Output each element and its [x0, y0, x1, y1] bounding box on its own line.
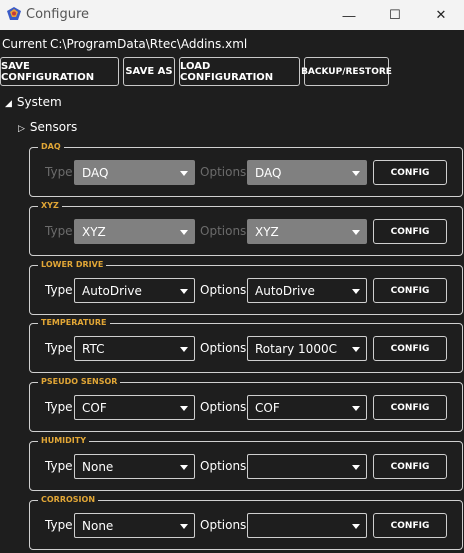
- type-dropdown[interactable]: None: [74, 513, 195, 538]
- config-button[interactable]: CONFIG: [373, 513, 447, 538]
- title-bar: Configure — ☐ ✕: [0, 0, 464, 30]
- config-button[interactable]: CONFIG: [373, 395, 447, 420]
- close-icon: ✕: [435, 7, 447, 22]
- group-pseudo-sensor: PSEUDO SENSOR Type COF Options COF CONFIG: [29, 377, 463, 432]
- group-xyz: XYZ Type XYZ Options XYZ CONFIG: [29, 201, 463, 256]
- chevron-down-icon: [352, 289, 360, 294]
- app-icon: [7, 7, 21, 20]
- chevron-down-icon: [180, 289, 188, 294]
- expanded-triangle-icon[interactable]: ◢: [5, 99, 12, 109]
- type-dropdown[interactable]: DAQ: [74, 160, 195, 185]
- chevron-down-icon: [180, 171, 188, 176]
- options-dropdown[interactable]: [247, 513, 367, 538]
- maximize-icon: ☐: [389, 7, 401, 22]
- options-dropdown[interactable]: Rotary 1000C: [247, 336, 367, 361]
- maximize-button[interactable]: ☐: [372, 0, 418, 30]
- group-lower-drive: LOWER DRIVE Type AutoDrive Options AutoDrive…: [29, 260, 463, 315]
- group-title: PSEUDO SENSOR: [38, 377, 121, 387]
- options-dropdown[interactable]: DAQ: [247, 160, 367, 185]
- minimize-button[interactable]: —: [326, 0, 372, 30]
- config-button[interactable]: CONFIG: [373, 278, 447, 303]
- chevron-down-icon: [352, 230, 360, 235]
- options-dropdown-value: Rotary 1000C: [255, 342, 337, 356]
- current-path: C:\ProgramData\Rtec\Addins.xml: [50, 37, 248, 51]
- options-label: Options: [200, 400, 247, 414]
- group-humidity: HUMIDITY Type None Options CONFIG: [29, 436, 463, 491]
- close-button[interactable]: ✕: [418, 0, 464, 30]
- options-label: Options: [200, 518, 247, 532]
- type-dropdown-value: XYZ: [82, 225, 106, 239]
- type-label: Type: [45, 459, 73, 473]
- options-dropdown[interactable]: [247, 454, 367, 479]
- group-title: DAQ: [38, 142, 64, 152]
- type-label: Type: [45, 341, 73, 355]
- type-dropdown[interactable]: AutoDrive: [74, 278, 195, 303]
- type-label: Type: [45, 283, 73, 297]
- group-title: XYZ: [38, 201, 62, 211]
- group-title: TEMPERATURE: [38, 318, 110, 328]
- options-dropdown[interactable]: COF: [247, 395, 367, 420]
- type-dropdown-value: None: [82, 519, 114, 533]
- type-dropdown[interactable]: COF: [74, 395, 195, 420]
- config-button[interactable]: CONFIG: [373, 219, 447, 244]
- options-dropdown-value: XYZ: [255, 225, 279, 239]
- save-configuration-button[interactable]: SAVE CONFIGURATION: [0, 57, 119, 86]
- options-dropdown-value: DAQ: [255, 166, 282, 180]
- load-configuration-button[interactable]: LOAD CONFIGURATION: [179, 57, 300, 86]
- type-dropdown-value: DAQ: [82, 166, 109, 180]
- type-dropdown[interactable]: RTC: [74, 336, 195, 361]
- chevron-down-icon: [352, 524, 360, 529]
- chevron-down-icon: [180, 465, 188, 470]
- tree-item-system-label: System: [16, 95, 62, 109]
- options-label: Options: [200, 224, 247, 238]
- type-dropdown-value: None: [82, 460, 114, 474]
- type-label: Type: [45, 165, 73, 179]
- config-button[interactable]: CONFIG: [373, 160, 447, 185]
- backup-restore-button[interactable]: BACKUP/RESTORE: [301, 57, 392, 86]
- options-dropdown-value: COF: [255, 401, 280, 415]
- chevron-down-icon: [180, 406, 188, 411]
- type-dropdown-value: RTC: [82, 342, 105, 356]
- chevron-down-icon: [180, 524, 188, 529]
- tree-item-system[interactable]: ◢ System: [5, 95, 62, 109]
- options-label: Options: [200, 283, 247, 297]
- group-title: CORROSION: [38, 495, 99, 505]
- window-title: Configure: [26, 7, 90, 22]
- chevron-down-icon: [352, 465, 360, 470]
- group-temperature: TEMPERATURE Type RTC Options Rotary 1000C CON…: [29, 318, 463, 373]
- group-daq: DAQ Type DAQ Options DAQ CONFIG: [29, 142, 463, 197]
- current-label: Current: [2, 37, 48, 51]
- collapsed-triangle-icon[interactable]: ▷: [18, 124, 25, 134]
- save-as-button[interactable]: SAVE AS: [123, 57, 175, 86]
- chevron-down-icon: [352, 171, 360, 176]
- type-label: Type: [45, 224, 73, 238]
- config-button[interactable]: CONFIG: [373, 336, 447, 361]
- type-label: Type: [45, 518, 73, 532]
- type-dropdown[interactable]: XYZ: [74, 219, 195, 244]
- chevron-down-icon: [180, 230, 188, 235]
- type-dropdown-value: AutoDrive: [82, 284, 142, 298]
- options-label: Options: [200, 165, 247, 179]
- type-dropdown-value: COF: [82, 401, 107, 415]
- options-label: Options: [200, 341, 247, 355]
- minimize-icon: —: [342, 7, 356, 23]
- config-button[interactable]: CONFIG: [373, 454, 447, 479]
- options-dropdown[interactable]: AutoDrive: [247, 278, 367, 303]
- group-title: HUMIDITY: [38, 436, 89, 446]
- options-dropdown-value: AutoDrive: [255, 284, 315, 298]
- group-title: LOWER DRIVE: [38, 260, 107, 270]
- group-corrosion: CORROSION Type None Options CONFIG: [29, 495, 463, 550]
- tree-item-sensors[interactable]: ▷ Sensors: [18, 120, 77, 134]
- chevron-down-icon: [352, 406, 360, 411]
- chevron-down-icon: [180, 347, 188, 352]
- options-label: Options: [200, 459, 247, 473]
- tree-item-sensors-label: Sensors: [29, 120, 78, 134]
- type-label: Type: [45, 400, 73, 414]
- type-dropdown[interactable]: None: [74, 454, 195, 479]
- chevron-down-icon: [352, 347, 360, 352]
- options-dropdown[interactable]: XYZ: [247, 219, 367, 244]
